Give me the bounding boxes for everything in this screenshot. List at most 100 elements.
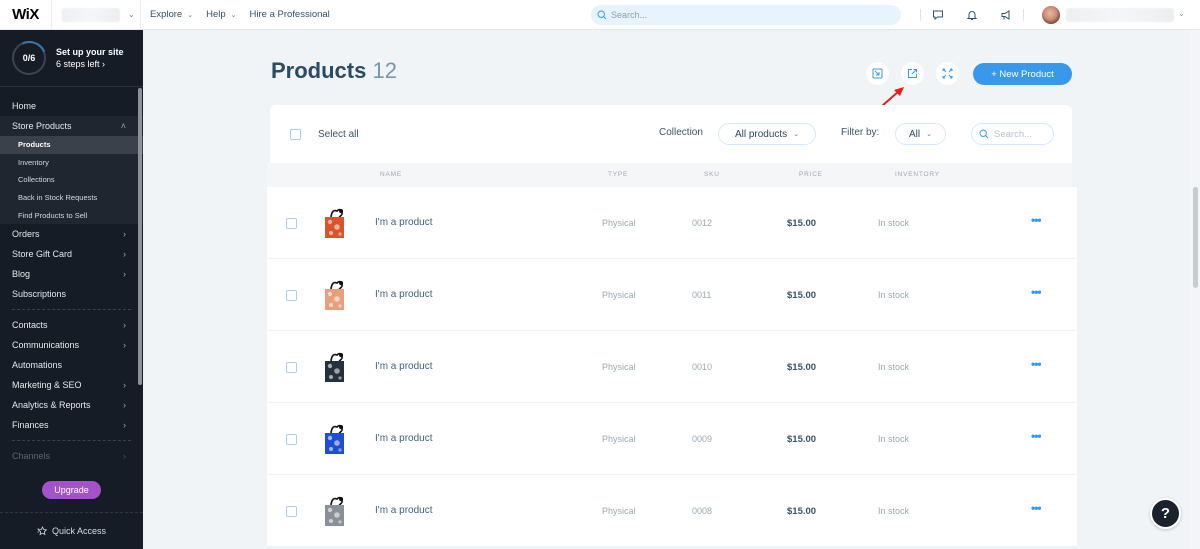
- more-actions-icon[interactable]: •••: [1031, 429, 1042, 443]
- sidebar-item-store-products[interactable]: Store Products ˄: [0, 116, 143, 136]
- product-thumbnail[interactable]: [322, 423, 348, 455]
- global-search-input[interactable]: Search...: [591, 5, 901, 25]
- quick-access-label: Quick Access: [51, 526, 107, 536]
- collection-dropdown[interactable]: All products ⌄: [718, 123, 816, 145]
- page-title: Products 12: [271, 58, 397, 84]
- quick-access-icon: [37, 526, 48, 536]
- search-placeholder: Search...: [994, 128, 1033, 140]
- sidebar-item-home[interactable]: Home: [0, 96, 143, 116]
- nav-explore[interactable]: Explore ⌄: [150, 9, 193, 20]
- more-actions-icon[interactable]: •••: [1031, 213, 1042, 227]
- product-price: $15.00: [787, 290, 817, 301]
- table-row[interactable]: I'm a product Physical 0009 $15.00 In st…: [267, 403, 1077, 475]
- quick-access-button[interactable]: Quick Access: [0, 512, 143, 549]
- product-thumbnail[interactable]: [322, 495, 348, 527]
- product-sku: 0009: [692, 434, 713, 444]
- filter-value: All: [909, 128, 921, 140]
- bell-icon[interactable]: [955, 9, 989, 21]
- column-header-price[interactable]: PRICE: [799, 171, 823, 178]
- sidebar-item-finances[interactable]: Finances ›: [0, 415, 143, 435]
- filter-label: Filter by:: [841, 127, 880, 138]
- products-toolbar: Select all Collection All products ⌄ Fil…: [270, 105, 1072, 163]
- sidebar-subitem-back-in-stock[interactable]: Back in Stock Requests: [0, 188, 143, 207]
- product-thumbnail[interactable]: [322, 207, 348, 239]
- product-count: 12: [372, 58, 397, 83]
- help-button[interactable]: ?: [1150, 498, 1181, 529]
- chevron-right-icon: ›: [123, 319, 126, 330]
- new-product-button[interactable]: + New Product: [973, 63, 1072, 85]
- export-button[interactable]: [901, 62, 924, 85]
- column-header-sku[interactable]: SKU: [704, 171, 720, 178]
- row-checkbox[interactable]: [286, 218, 297, 229]
- user-name-blurred[interactable]: [1066, 8, 1174, 22]
- select-all-checkbox[interactable]: [290, 129, 301, 140]
- row-checkbox[interactable]: [286, 506, 297, 517]
- product-name[interactable]: I'm a product: [375, 433, 433, 444]
- chat-icon[interactable]: [921, 9, 955, 21]
- wix-logo[interactable]: WiX: [0, 0, 52, 30]
- import-button[interactable]: [866, 62, 889, 85]
- product-thumbnail[interactable]: [322, 351, 348, 383]
- main-scrollbar[interactable]: [1193, 187, 1198, 288]
- column-header-inventory[interactable]: INVENTORY: [895, 171, 940, 178]
- setup-progress[interactable]: 0/6 Set up your site 6 steps left ›: [0, 30, 143, 87]
- sidebar-item-automations[interactable]: Automations: [0, 355, 143, 375]
- sidebar-item-blog[interactable]: Blog ›: [0, 264, 143, 284]
- table-row[interactable]: I'm a product Physical 0008 $15.00 In st…: [267, 475, 1077, 547]
- nav-help[interactable]: Help ⌄: [206, 9, 236, 20]
- site-name-blurred: [62, 7, 120, 22]
- sidebar-item-analytics[interactable]: Analytics & Reports ›: [0, 395, 143, 415]
- product-sku: 0012: [692, 218, 713, 228]
- sidebar-item-subscriptions[interactable]: Subscriptions: [0, 284, 143, 304]
- more-actions-icon[interactable]: •••: [1031, 501, 1042, 515]
- sidebar-item-label: Home: [12, 101, 37, 111]
- column-header-type[interactable]: TYPE: [608, 171, 628, 178]
- filter-dropdown[interactable]: All ⌄: [895, 123, 946, 145]
- sidebar-item-contacts[interactable]: Contacts ›: [0, 315, 143, 335]
- user-avatar[interactable]: [1042, 6, 1060, 24]
- sidebar-item-label: Subscriptions: [12, 288, 67, 299]
- sidebar-item-orders[interactable]: Orders ›: [0, 224, 143, 244]
- product-search-input[interactable]: Search...: [971, 123, 1054, 145]
- export-icon: [908, 69, 917, 78]
- sidebar-subitem-inventory[interactable]: Inventory: [0, 153, 143, 172]
- row-checkbox[interactable]: [286, 434, 297, 445]
- sidebar-subitem-collections[interactable]: Collections: [0, 171, 143, 189]
- sidebar-item-label: Channels: [12, 450, 51, 461]
- more-actions-icon[interactable]: •••: [1031, 285, 1042, 299]
- nav-hire-professional[interactable]: Hire a Professional: [250, 9, 330, 20]
- chevron-down-icon[interactable]: ⌄: [1178, 9, 1185, 18]
- megaphone-icon[interactable]: [989, 9, 1023, 21]
- sidebar-subitem-find-products[interactable]: Find Products to Sell: [0, 206, 143, 224]
- product-price: $15.00: [787, 362, 817, 373]
- product-name[interactable]: I'm a product: [375, 217, 433, 228]
- table-row[interactable]: I'm a product Physical 0012 $15.00 In st…: [267, 187, 1077, 259]
- sidebar-subitem-products[interactable]: Products: [0, 136, 143, 154]
- sidebar-item-channels[interactable]: Channels ›: [0, 446, 143, 466]
- sidebar-item-marketing-seo[interactable]: Marketing & SEO ›: [0, 375, 143, 395]
- sidebar-scrollbar[interactable]: [138, 88, 142, 385]
- row-checkbox[interactable]: [286, 362, 297, 373]
- main-scrollbar-track: [1191, 30, 1200, 549]
- select-all[interactable]: Select all: [290, 129, 359, 140]
- table-row[interactable]: I'm a product Physical 0011 $15.00 In st…: [267, 259, 1077, 331]
- product-name[interactable]: I'm a product: [375, 289, 433, 300]
- divider: [1023, 9, 1024, 21]
- expand-button[interactable]: [936, 62, 959, 85]
- row-checkbox[interactable]: [286, 290, 297, 301]
- collection-label: Collection: [659, 127, 703, 138]
- column-header-name[interactable]: NAME: [380, 171, 402, 178]
- progress-ring: 0/6: [12, 41, 46, 75]
- sidebar-item-gift-card[interactable]: Store Gift Card ›: [0, 244, 143, 264]
- sidebar-item-label: Automations: [12, 359, 63, 370]
- product-name[interactable]: I'm a product: [375, 361, 433, 372]
- upgrade-button[interactable]: Upgrade: [42, 481, 101, 499]
- sidebar-item-communications[interactable]: Communications ›: [0, 335, 143, 355]
- search-icon: [979, 129, 989, 139]
- site-selector[interactable]: ⌄: [52, 0, 141, 30]
- product-name[interactable]: I'm a product: [375, 505, 433, 516]
- more-actions-icon[interactable]: •••: [1031, 357, 1042, 371]
- setup-subtitle: 6 steps left: [56, 59, 100, 69]
- product-thumbnail[interactable]: [322, 279, 348, 311]
- table-row[interactable]: I'm a product Physical 0010 $15.00 In st…: [267, 331, 1077, 403]
